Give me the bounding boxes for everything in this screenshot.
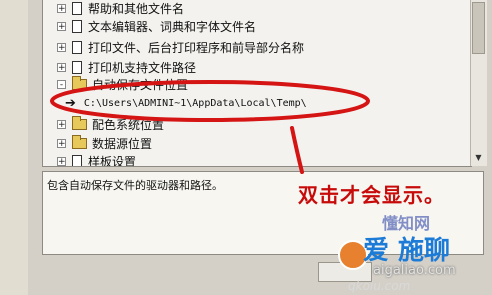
annotation-arrow-line [290,126,304,174]
highlight-ellipse [50,80,370,122]
watermark-domain: aigaliao.com [373,263,456,278]
annotation-text: 双击才会显示。 [298,183,445,207]
watermark-brand: 爱 施聊 [363,236,451,266]
watermark: 懂知网 爱 施聊 aigaliao.com qkoiu.com [330,210,480,293]
watermark-domain-secondary: qkoiu.com [348,279,411,293]
